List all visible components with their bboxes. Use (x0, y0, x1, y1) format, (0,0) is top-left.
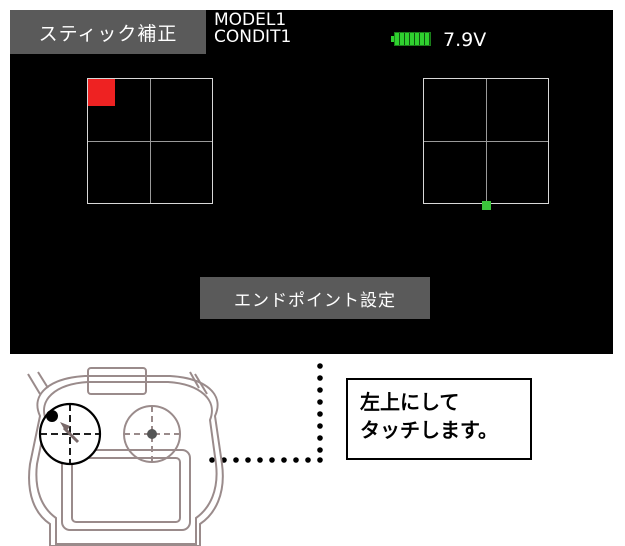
instruction-line-2: タッチします。 (360, 418, 498, 442)
battery-icon (391, 32, 431, 46)
instruction-line-1: 左上にして (360, 390, 460, 414)
right-stick-dot (147, 429, 157, 439)
endpoint-setting-button[interactable]: エンドポイント設定 (200, 277, 430, 319)
left-stick-diagram (38, 402, 102, 466)
transmitter-screen: スティック補正 MODEL1 CONDIT1 7.9V エンドポイント設定 (10, 10, 613, 354)
right-stick-indicator (423, 78, 549, 210)
left-stick-position-marker (88, 79, 115, 106)
left-stick-indicator (87, 78, 213, 204)
crosshair-horizontal (88, 141, 212, 142)
instruction-callout: 左上にして タッチします。 (346, 378, 532, 460)
dotted-leader-line (209, 363, 323, 463)
condition-name: CONDIT1 (214, 27, 292, 47)
page-title: スティック補正 (10, 10, 206, 54)
right-stick-position-marker (482, 201, 491, 210)
battery-voltage: 7.9V (443, 29, 487, 51)
crosshair-horizontal (424, 141, 548, 142)
